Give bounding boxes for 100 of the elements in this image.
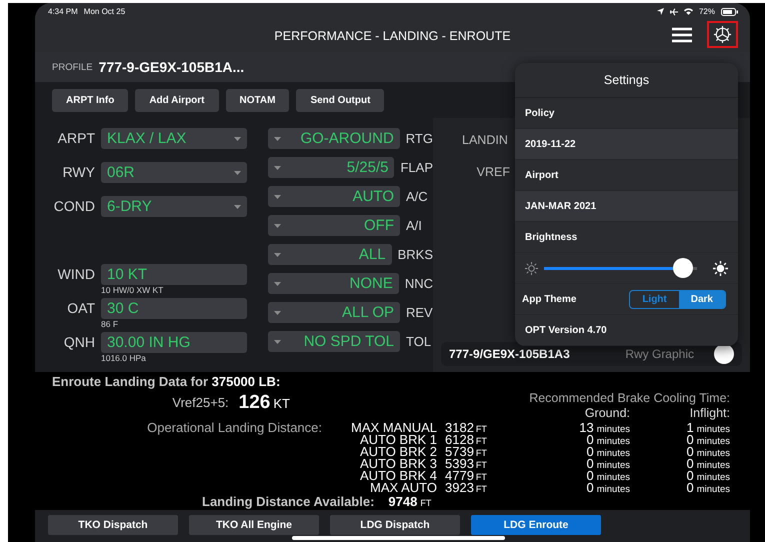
brightness-slider[interactable] <box>544 258 697 278</box>
time-unit: minutes <box>596 424 630 436</box>
settings-value-row[interactable]: 2019-11-22 <box>515 129 738 160</box>
input-field[interactable]: 30 C <box>101 298 247 319</box>
popover-title: Settings <box>515 63 738 98</box>
brake-mode: AUTO BRK 1 <box>360 433 437 445</box>
profile-name: 777-9/GE9X-105B1A3 <box>449 347 571 361</box>
menu-button[interactable] <box>671 24 693 44</box>
action-button[interactable]: Add Airport <box>135 88 219 112</box>
input-dropdown[interactable]: KLAX / LAX <box>101 128 247 149</box>
input-field[interactable]: 30.00 IN HG <box>101 332 247 353</box>
caret-icon <box>274 252 281 256</box>
caret-icon <box>274 136 281 140</box>
inflight-time: 0 <box>686 469 694 482</box>
bottom-tab[interactable]: LDG Enroute <box>471 515 601 535</box>
bottom-tab[interactable]: TKO Dispatch <box>48 515 178 535</box>
option-label: NNC <box>404 276 433 291</box>
input-label: QNH <box>62 333 95 352</box>
ground-time: 13 <box>579 421 594 434</box>
landing-data-title: Enroute Landing Data for 375000 LB: <box>51 376 282 391</box>
option-label: REV <box>406 305 433 320</box>
ground-time: 0 <box>586 481 594 494</box>
distance-value: 6128 <box>445 433 474 446</box>
time-unit: minutes <box>696 460 730 472</box>
inflight-time: 0 <box>686 445 694 458</box>
option-dropdown[interactable]: OFF <box>268 215 400 236</box>
time-unit: minutes <box>696 448 730 460</box>
result-label: LANDIN <box>462 133 509 148</box>
vref-unit: KT <box>273 398 290 410</box>
time-unit: minutes <box>696 472 730 484</box>
ground-time: 0 <box>586 433 594 446</box>
caret-icon <box>234 136 241 140</box>
action-button[interactable]: Send Output <box>296 88 384 112</box>
theme-option[interactable]: Dark <box>678 290 725 308</box>
brake-mode: MAX MANUAL <box>351 421 437 433</box>
available-unit: FT <box>420 497 432 509</box>
input-field[interactable]: 10 KT <box>101 264 247 285</box>
time-unit: minutes <box>596 448 630 460</box>
inflight-time: 1 <box>686 421 694 434</box>
distance-value: 4779 <box>445 469 474 482</box>
option-dropdown[interactable]: NONE <box>268 273 399 294</box>
caret-icon <box>274 194 281 198</box>
bottom-tab[interactable]: LDG Dispatch <box>330 515 460 535</box>
option-label: RTG <box>406 131 433 146</box>
bottom-tab[interactable]: TKO All Engine <box>189 515 319 535</box>
option-dropdown[interactable]: NO SPD TOL <box>268 331 400 352</box>
time-unit: minutes <box>696 484 730 496</box>
option-dropdown[interactable]: 5/25/5 <box>268 157 394 178</box>
time-unit: minutes <box>596 460 630 472</box>
brake-mode: AUTO BRK 4 <box>360 469 437 481</box>
option-label: A/I <box>406 218 422 233</box>
cooling-title: Recommended Brake Cooling Time: <box>529 391 730 406</box>
input-label: ARPT <box>56 129 95 148</box>
result-label: VREF <box>476 165 510 180</box>
inflight-time: 0 <box>686 433 694 446</box>
time-unit: minutes <box>596 484 630 496</box>
battery-icon <box>721 8 738 16</box>
option-dropdown[interactable]: GO-AROUND <box>268 128 400 149</box>
distance-unit: FT <box>476 435 487 447</box>
ground-time: 0 <box>586 445 594 458</box>
gear-icon <box>713 25 732 44</box>
caret-icon <box>274 310 281 314</box>
ground-time: 0 <box>586 469 594 482</box>
ground-header: Ground: <box>584 406 630 421</box>
option-label: BRKS <box>398 247 433 262</box>
option-dropdown[interactable]: ALL <box>268 244 392 265</box>
distance-value: 3923 <box>445 481 474 494</box>
input-note: 10 HW/0 XW KT <box>101 285 164 296</box>
option-dropdown[interactable]: ALL OP <box>268 302 400 323</box>
status-time: 4:34 PM <box>48 7 78 16</box>
option-label: A/C <box>406 189 428 204</box>
input-note: 1016.0 HPa <box>101 353 147 364</box>
caret-icon <box>274 282 281 286</box>
bright-sun-icon <box>713 260 728 276</box>
input-dropdown[interactable]: 6-DRY <box>101 196 247 217</box>
profile-value: 777-9-GE9X-105B1A... <box>98 59 244 75</box>
caret-icon <box>274 224 281 228</box>
action-button[interactable]: NOTAM <box>226 88 290 112</box>
slider-thumb[interactable] <box>673 258 693 278</box>
battery-percent: 72% <box>698 7 715 16</box>
input-label: COND <box>52 197 95 216</box>
input-note: 86 F <box>101 319 120 330</box>
inflight-time: 0 <box>686 457 694 470</box>
input-dropdown[interactable]: 06R <box>101 162 247 183</box>
location-icon <box>656 8 664 15</box>
wifi-icon <box>684 8 693 15</box>
status-date: Mon Oct 25 <box>84 7 126 16</box>
input-label: RWY <box>62 163 95 182</box>
option-dropdown[interactable]: AUTO <box>268 186 400 207</box>
distance-unit: FT <box>476 447 487 459</box>
caret-icon <box>234 204 241 208</box>
graphic-label: Rwy Graphic <box>625 347 694 361</box>
settings-value-row[interactable]: JAN-MAR 2021 <box>515 191 738 222</box>
screen-title: PERFORMANCE - LANDING - ENROUTE <box>274 29 511 43</box>
action-button[interactable]: ARPT Info <box>52 88 128 112</box>
caret-icon <box>234 170 241 174</box>
settings-button[interactable] <box>707 21 738 48</box>
option-label: FLAP <box>400 160 433 175</box>
theme-option[interactable]: Light <box>630 290 679 308</box>
toggle-knob[interactable] <box>714 344 734 364</box>
